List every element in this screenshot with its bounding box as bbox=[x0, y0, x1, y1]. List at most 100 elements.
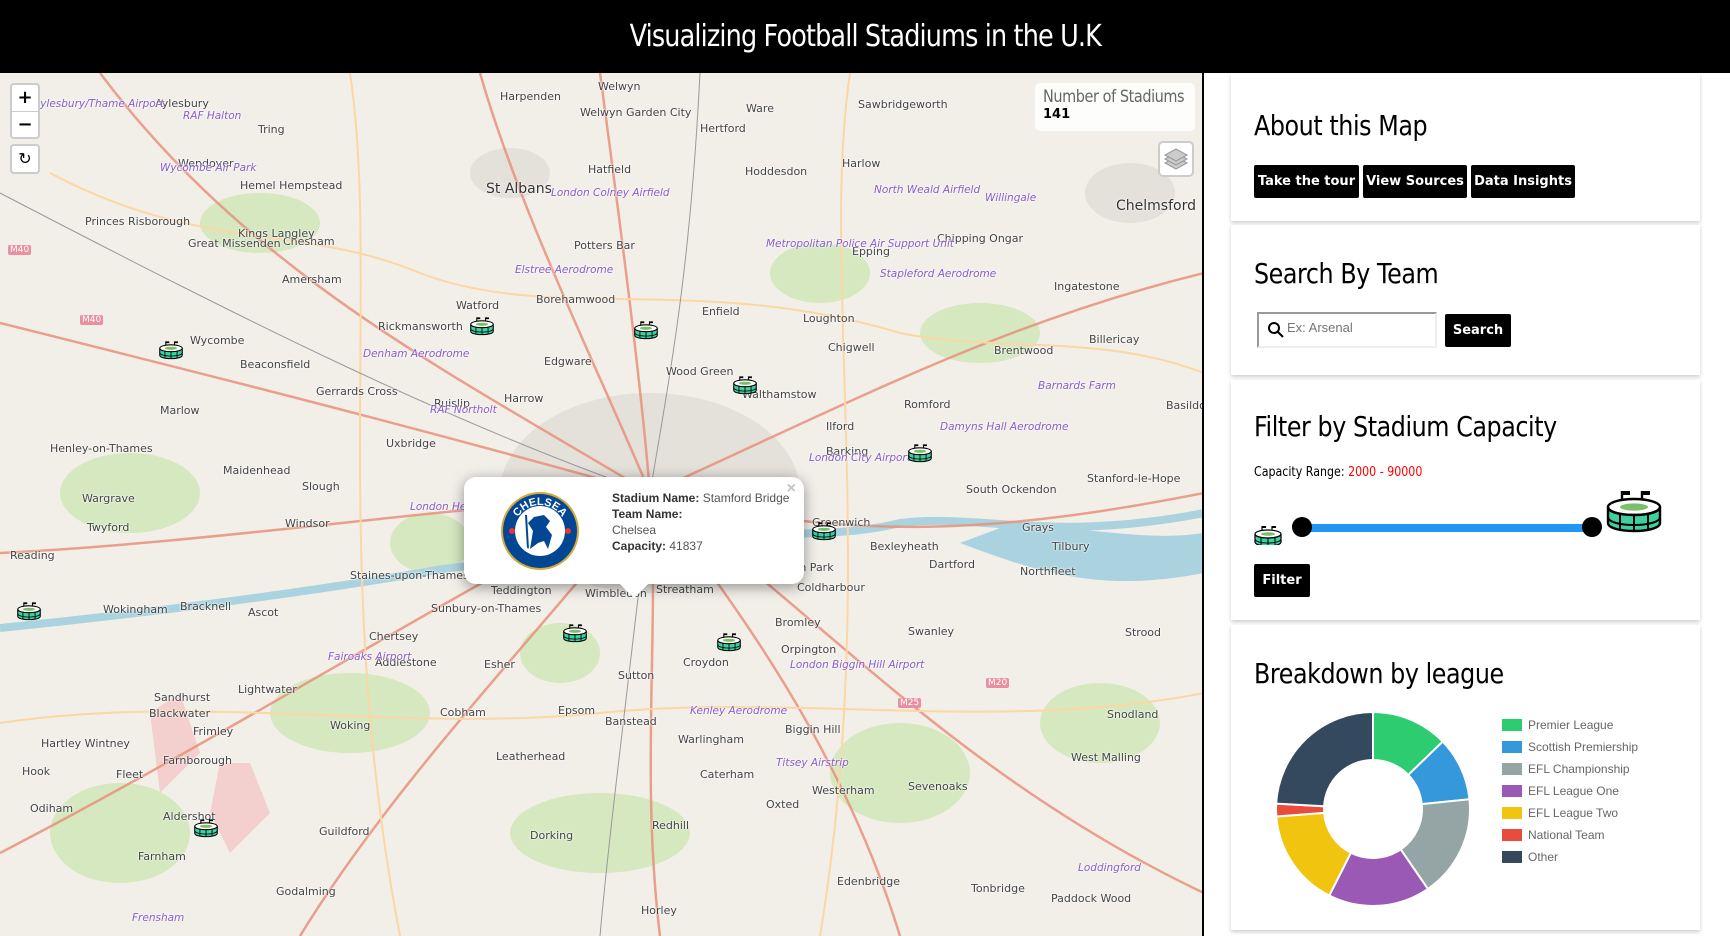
airport-label: Loddingford bbox=[1078, 862, 1141, 874]
legend-swatch bbox=[1502, 829, 1522, 841]
legend-item[interactable]: Premier League bbox=[1502, 718, 1613, 732]
team-search-input[interactable] bbox=[1287, 320, 1432, 335]
stadium-marker[interactable] bbox=[469, 315, 495, 337]
place-label: Caterham bbox=[700, 768, 755, 781]
airport-label: Aylesbury/Thame Airport bbox=[33, 98, 165, 110]
layers-button[interactable] bbox=[1158, 141, 1194, 177]
place-label: Woking bbox=[330, 719, 371, 732]
place-label: Welwyn bbox=[598, 80, 641, 93]
zoom-control: + − bbox=[10, 83, 40, 139]
league-donut-chart bbox=[1275, 710, 1471, 907]
airport-label: RAF Halton bbox=[183, 110, 242, 122]
zoom-in-button[interactable]: + bbox=[12, 85, 38, 111]
search-card: Search By Team Search bbox=[1231, 225, 1700, 375]
legend-item[interactable]: National Team bbox=[1502, 828, 1605, 842]
place-label: Ilford bbox=[826, 420, 855, 433]
legend-item[interactable]: Other bbox=[1502, 850, 1558, 864]
place-label: Hook bbox=[22, 765, 51, 778]
place-label: Potters Bar bbox=[574, 239, 635, 252]
about-title: About this Map bbox=[1254, 109, 1428, 142]
airport-label: North Weald Airfield bbox=[874, 184, 981, 196]
map[interactable]: Aylesbury Harpenden Welwyn Welwyn Garden Ci… bbox=[0, 73, 1204, 936]
place-label: South Ockendon bbox=[966, 483, 1057, 496]
airport-label: Barnards Farm bbox=[1038, 380, 1116, 392]
place-label: Hoddesdon bbox=[745, 165, 808, 178]
legend-item[interactable]: EFL League One bbox=[1502, 784, 1619, 798]
legend-item[interactable]: Scottish Premiership bbox=[1502, 740, 1638, 754]
capacity-range-label: Capacity Range: bbox=[1254, 465, 1345, 480]
place-label: Hertford bbox=[700, 122, 746, 135]
place-label: Odiham bbox=[30, 802, 74, 815]
place-label: Guildford bbox=[319, 825, 370, 838]
slider-handle-max[interactable] bbox=[1582, 517, 1602, 537]
place-label: Watford bbox=[456, 299, 500, 312]
airport-label: Denham Aerodrome bbox=[363, 348, 470, 360]
data-insights-button[interactable]: Data Insights bbox=[1471, 165, 1575, 198]
place-label: Banstead bbox=[605, 715, 657, 728]
airport-label: Elstree Aerodrome bbox=[515, 264, 614, 276]
capacity-value: 41837 bbox=[669, 539, 703, 553]
legend-label: EFL League One bbox=[1528, 784, 1619, 798]
stadium-marker[interactable] bbox=[716, 631, 742, 653]
legend-item[interactable]: EFL Championship bbox=[1502, 762, 1630, 776]
search-button[interactable]: Search bbox=[1445, 314, 1511, 347]
zoom-out-button[interactable]: − bbox=[12, 111, 38, 137]
stadium-marker[interactable] bbox=[193, 817, 219, 839]
place-label: Horley bbox=[641, 904, 677, 917]
legend-label: EFL Championship bbox=[1528, 762, 1630, 776]
filter-card: Filter by Stadium Capacity Capacity Rang… bbox=[1231, 380, 1700, 620]
airport-label: Stapleford Aerodrome bbox=[880, 268, 997, 280]
filter-button[interactable]: Filter bbox=[1254, 564, 1310, 597]
legend-item[interactable]: EFL League Two bbox=[1502, 806, 1618, 820]
stadium-marker[interactable] bbox=[811, 520, 837, 542]
place-label: Snodland bbox=[1107, 708, 1159, 721]
legend-label: EFL League Two bbox=[1528, 806, 1619, 820]
filter-title: Filter by Stadium Capacity bbox=[1254, 410, 1557, 443]
place-label: Farnborough bbox=[163, 754, 233, 767]
airport-label: London Colney Airfield bbox=[551, 187, 670, 199]
reset-view-button[interactable]: ↻ bbox=[10, 144, 40, 174]
road-label: M40 bbox=[80, 315, 104, 325]
popup-info: Stadium Name: Stamford Bridge Team Name:… bbox=[612, 490, 792, 554]
place-label: Basildon bbox=[1166, 399, 1202, 412]
about-card: About this Map Take the tour View Source… bbox=[1231, 73, 1700, 221]
airport-label: Titsey Airstrip bbox=[776, 757, 849, 769]
airport-label: Willingale bbox=[985, 192, 1037, 204]
search-field[interactable] bbox=[1257, 312, 1437, 348]
place-label: Chertsey bbox=[369, 630, 419, 643]
stadium-marker[interactable] bbox=[907, 442, 933, 464]
legend-label: Premier League bbox=[1528, 718, 1614, 732]
place-label: Grays bbox=[1022, 521, 1055, 534]
place-label: Godalming bbox=[276, 885, 336, 898]
place-label: Tonbridge bbox=[971, 882, 1025, 895]
capacity-slider-track[interactable] bbox=[1302, 524, 1592, 532]
stadium-marker[interactable] bbox=[158, 339, 184, 361]
stadium-marker[interactable] bbox=[633, 319, 659, 341]
road-label: M40 bbox=[8, 245, 32, 255]
place-label: Wargrave bbox=[82, 492, 135, 505]
large-stadium-icon bbox=[1606, 489, 1662, 533]
take-tour-button[interactable]: Take the tour bbox=[1254, 165, 1359, 198]
stadium-marker[interactable] bbox=[562, 622, 588, 644]
slider-handle-min[interactable] bbox=[1292, 517, 1312, 537]
place-label: Harrow bbox=[504, 392, 544, 405]
legend-swatch bbox=[1502, 719, 1522, 731]
view-sources-button[interactable]: View Sources bbox=[1363, 165, 1467, 198]
capacity-range-value: 2000 - 90000 bbox=[1348, 465, 1423, 480]
place-label: Fleet bbox=[116, 768, 144, 781]
stadium-count-label: Number of Stadiums bbox=[1043, 87, 1185, 107]
place-label: Uxbridge bbox=[386, 437, 436, 450]
place-label: Staines-upon-Thames bbox=[350, 569, 469, 582]
search-title: Search By Team bbox=[1254, 257, 1439, 290]
place-label: Coldharbour bbox=[797, 581, 865, 594]
stadium-marker[interactable] bbox=[732, 374, 758, 396]
place-label: Borehamwood bbox=[536, 293, 616, 306]
place-label: Esher bbox=[484, 658, 515, 671]
place-label: Henley-on-Thames bbox=[50, 442, 153, 455]
place-label: Chigwell bbox=[828, 341, 875, 354]
donut-slice-other[interactable] bbox=[1275, 710, 1374, 808]
place-label: Ware bbox=[746, 102, 774, 115]
chelsea-logo: CHELSEA FOOTBALL CLUB bbox=[501, 492, 579, 570]
place-label: Harlow bbox=[842, 157, 881, 170]
stadium-marker[interactable] bbox=[16, 600, 42, 622]
